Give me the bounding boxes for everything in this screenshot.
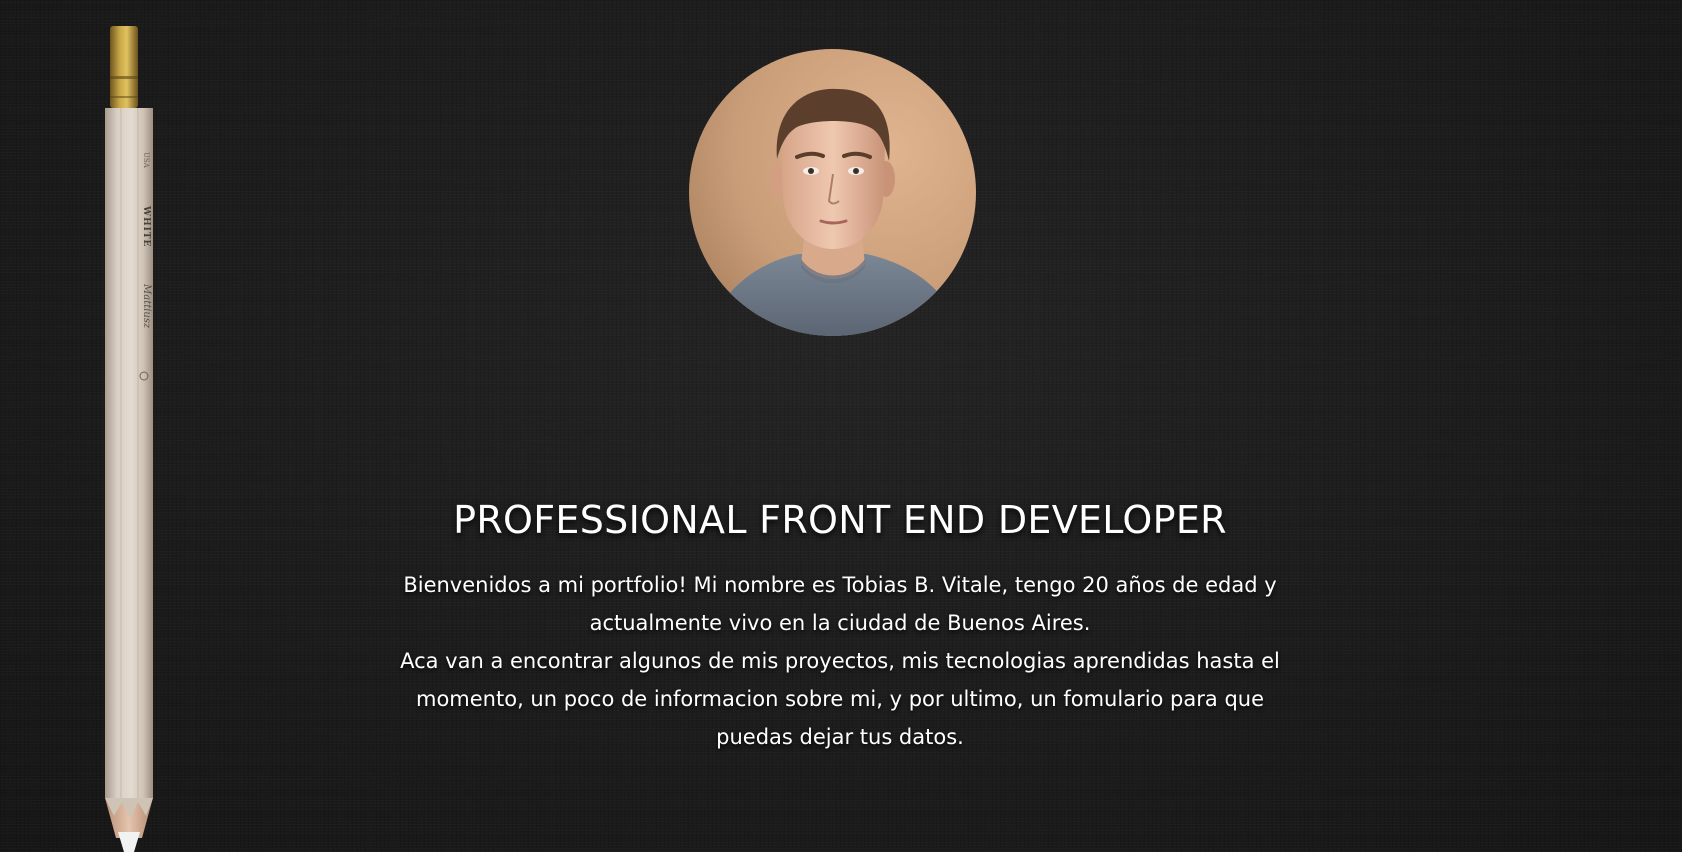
svg-text:Mattiusz: Mattiusz: [141, 283, 152, 329]
profile-photo: [689, 49, 976, 336]
hero-section: USA WHITE Mattiusz PROFESSIONAL FRONT EN…: [0, 0, 1682, 852]
intro-section: PROFESSIONAL FRONT END DEVELOPER Bienven…: [340, 494, 1340, 756]
bio-paragraph-2: Aca van a encontrar algunos de mis proye…: [400, 649, 1280, 749]
pencil-decoration: USA WHITE Mattiusz: [104, 26, 156, 852]
bio-text: Bienvenidos a mi portfolio! Mi nombre es…: [375, 566, 1305, 756]
svg-text:USA: USA: [142, 152, 150, 169]
page-title: PROFESSIONAL FRONT END DEVELOPER: [453, 498, 1227, 542]
svg-text:WHITE: WHITE: [141, 205, 151, 247]
bio-paragraph-1: Bienvenidos a mi portfolio! Mi nombre es…: [403, 573, 1277, 635]
